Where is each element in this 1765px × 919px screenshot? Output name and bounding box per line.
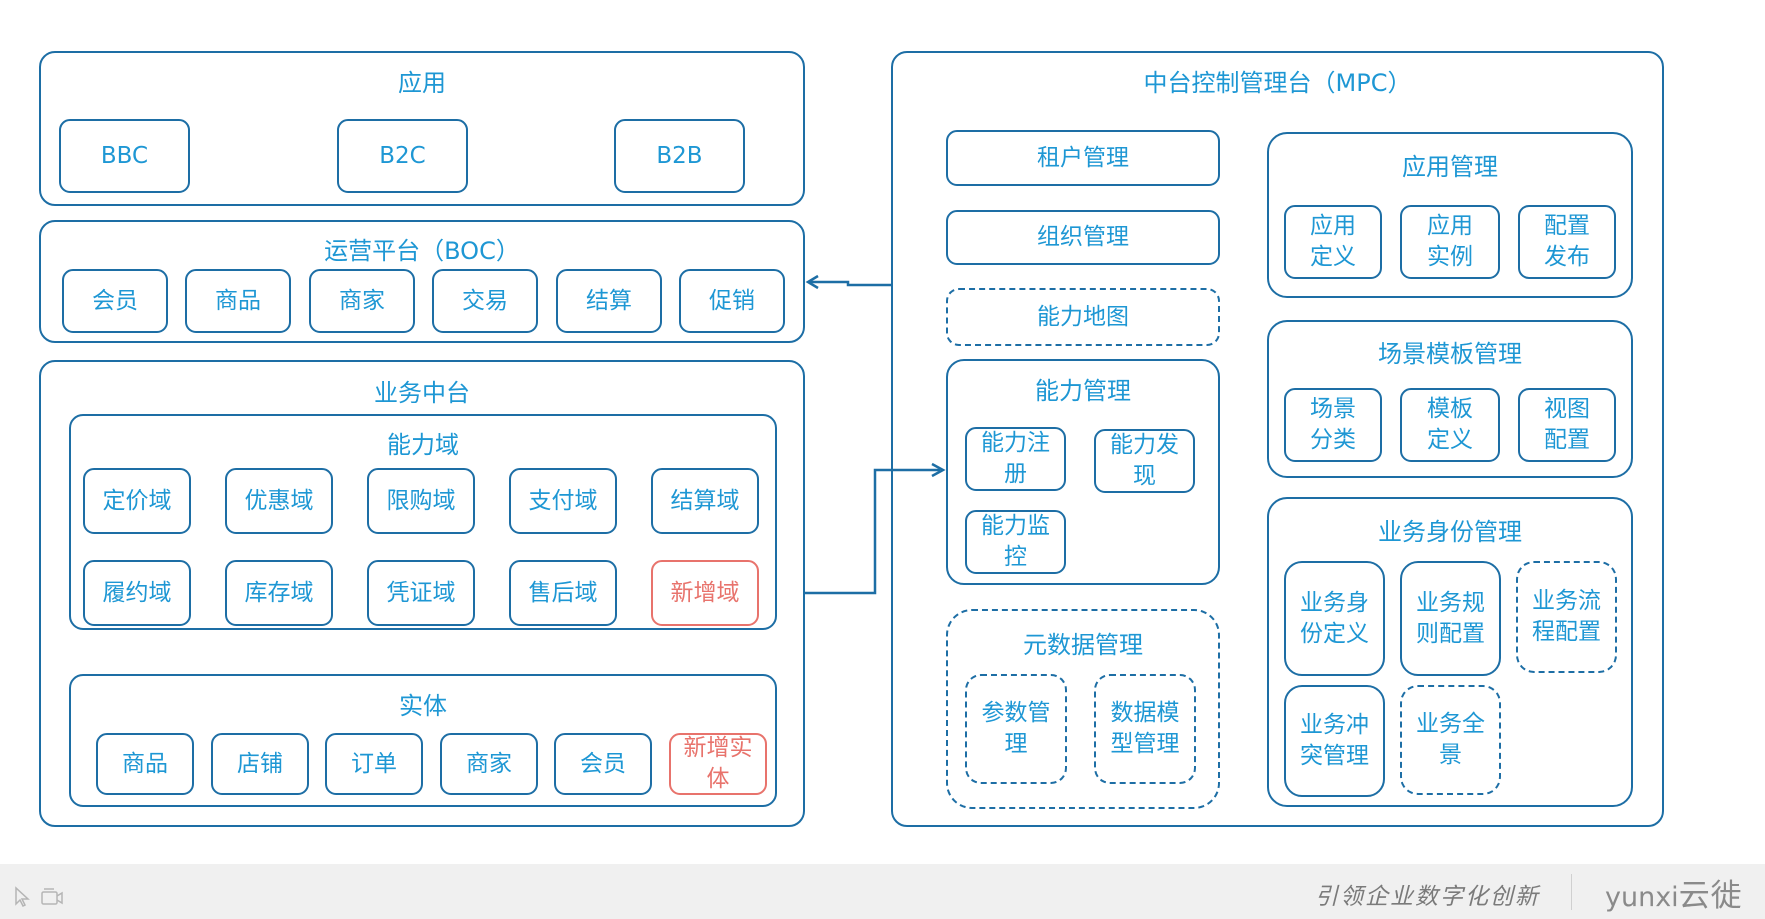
domain-item[interactable]: 限购域	[367, 468, 475, 534]
apps-title: 应用	[398, 69, 446, 97]
domain-item[interactable]: 库存域	[225, 560, 333, 626]
new-domain-item[interactable]: 新增域	[651, 560, 759, 626]
bmp-title: 业务中台	[374, 379, 470, 407]
business-identity-management-title: 业务身份管理	[1378, 518, 1522, 546]
business-process-config[interactable]: 业务流程配置	[1516, 561, 1617, 673]
entity-item[interactable]: 会员	[554, 733, 652, 795]
brand-cn: 云徙	[1678, 878, 1743, 914]
business-conflict-management[interactable]: 业务冲突管理	[1284, 685, 1385, 797]
entity-title: 实体	[399, 692, 447, 720]
view-config[interactable]: 视图配置	[1518, 388, 1616, 462]
domain-item[interactable]: 售后域	[509, 560, 617, 626]
business-identity-management-panel: 业务身份管理 业务身份定义 业务规则配置 业务流程配置 业务冲突管理 业务全景	[1267, 497, 1633, 807]
capability-discover[interactable]: 能力发现	[1094, 429, 1195, 493]
mpc-to-boc-arrowhead	[805, 274, 819, 290]
boc-item[interactable]: 交易	[432, 269, 538, 333]
app-b2c[interactable]: B2C	[337, 119, 468, 193]
capability-management-title: 能力管理	[1035, 377, 1131, 405]
capability-domain-title: 能力域	[387, 431, 459, 459]
domain-item[interactable]: 履约域	[83, 560, 191, 626]
footer-slogan: 引领企业数字化创新	[1315, 884, 1540, 910]
capability-management-panel: 能力管理 能力注册 能力发现 能力监控	[946, 359, 1220, 585]
boc-item[interactable]: 商家	[309, 269, 415, 333]
business-panorama[interactable]: 业务全景	[1400, 685, 1501, 795]
business-middle-platform-panel: 业务中台 能力域 定价域 优惠域 限购域 支付域 结算域 履约域 库存域 凭证域…	[39, 360, 805, 827]
business-identity-definition[interactable]: 业务身份定义	[1284, 561, 1385, 676]
domain-item[interactable]: 结算域	[651, 468, 759, 534]
footer-divider	[1571, 874, 1572, 910]
camera-icon[interactable]	[40, 886, 64, 913]
footer-bar: 引领企业数字化创新 yunxi云徙	[0, 864, 1765, 919]
business-rule-config[interactable]: 业务规则配置	[1400, 561, 1501, 676]
app-instance[interactable]: 应用实例	[1400, 205, 1500, 279]
app-definition[interactable]: 应用定义	[1284, 205, 1382, 279]
metadata-management-title: 元数据管理	[1023, 631, 1143, 659]
domain-item[interactable]: 优惠域	[225, 468, 333, 534]
scene-template-management-panel: 场景模板管理 场景分类 模板定义 视图配置	[1267, 320, 1633, 478]
footer-toolbar	[14, 886, 64, 913]
scene-template-management-title: 场景模板管理	[1378, 340, 1522, 368]
mpc-title: 中台控制管理台（MPC）	[1143, 69, 1412, 97]
domain-item[interactable]: 支付域	[509, 468, 617, 534]
entity-panel: 实体 商品 店铺 订单 商家 会员 新增实体	[69, 674, 777, 807]
entity-item[interactable]: 店铺	[211, 733, 309, 795]
boc-item[interactable]: 会员	[62, 269, 168, 333]
capability-map[interactable]: 能力地图	[946, 288, 1220, 346]
boc-title: 运营平台（BOC）	[324, 237, 520, 265]
param-management[interactable]: 参数管理	[965, 674, 1067, 784]
org-management[interactable]: 组织管理	[946, 210, 1220, 265]
brand-en: yunxi	[1605, 882, 1679, 913]
entity-item[interactable]: 订单	[325, 733, 423, 795]
data-model-management[interactable]: 数据模型管理	[1094, 674, 1196, 784]
mpc-panel: 中台控制管理台（MPC） 租户管理 组织管理 能力地图 能力管理 能力注册 能力…	[891, 51, 1664, 827]
brand-logo: yunxi云徙	[1605, 870, 1743, 915]
metadata-management-panel: 元数据管理 参数管理 数据模型管理	[946, 609, 1220, 809]
new-entity-item[interactable]: 新增实体	[669, 733, 767, 795]
boc-item[interactable]: 商品	[185, 269, 291, 333]
app-b2b[interactable]: B2B	[614, 119, 745, 193]
boc-item[interactable]: 结算	[556, 269, 662, 333]
capability-domain-panel: 能力域 定价域 优惠域 限购域 支付域 结算域 履约域 库存域 凭证域 售后域 …	[69, 414, 777, 630]
entity-item[interactable]: 商家	[440, 733, 538, 795]
tenant-management[interactable]: 租户管理	[946, 130, 1220, 186]
template-definition[interactable]: 模板定义	[1400, 388, 1500, 462]
cursor-icon[interactable]	[14, 886, 32, 913]
domain-item[interactable]: 定价域	[83, 468, 191, 534]
scene-category[interactable]: 场景分类	[1284, 388, 1382, 462]
capability-monitor[interactable]: 能力监控	[965, 510, 1066, 574]
config-release[interactable]: 配置发布	[1518, 205, 1616, 279]
boc-panel: 运营平台（BOC） 会员 商品 商家 交易 结算 促销	[39, 220, 805, 343]
app-management-panel: 应用管理 应用定义 应用实例 配置发布	[1267, 132, 1633, 298]
entity-item[interactable]: 商品	[96, 733, 194, 795]
boc-item[interactable]: 促销	[679, 269, 785, 333]
mpc-to-boc-connector	[810, 280, 891, 287]
apps-panel: 应用 BBC B2C B2B	[39, 51, 805, 206]
capability-register[interactable]: 能力注册	[965, 427, 1066, 491]
domain-item[interactable]: 凭证域	[367, 560, 475, 626]
app-bbc[interactable]: BBC	[59, 119, 190, 193]
app-management-title: 应用管理	[1402, 153, 1498, 181]
